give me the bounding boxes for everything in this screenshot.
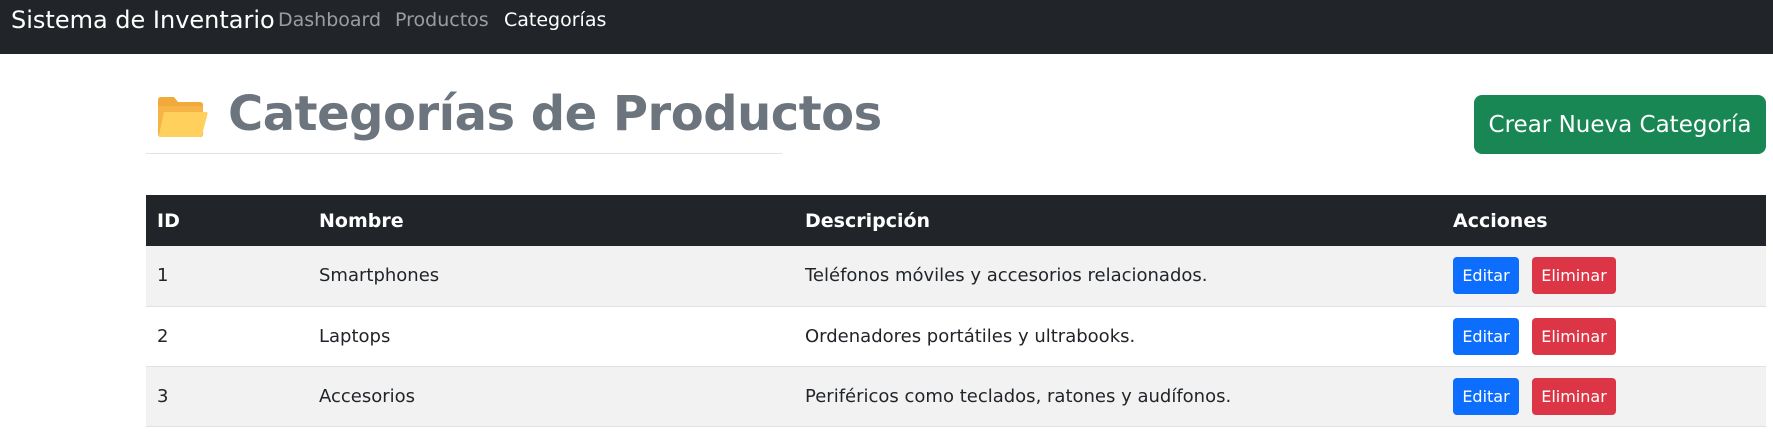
cell-id: 2 [157,325,169,347]
delete-button[interactable]: Eliminar [1532,377,1616,415]
categories-table: ID Nombre Descripción Acciones 1 Smartph… [146,195,1766,427]
edit-button[interactable]: Editar [1453,377,1519,415]
edit-button[interactable]: Editar [1453,317,1519,355]
cell-actions: Editar Eliminar [1442,366,1766,426]
nav-link-dashboard[interactable]: Dashboard [278,9,381,31]
page-header: Categorías de Productos [146,86,882,154]
table-row: 3 Accesorios Periféricos como teclados, … [146,366,1766,426]
cell-name: Laptops [319,325,391,347]
column-header-acciones: Acciones [1453,209,1548,232]
navbar-brand[interactable]: Sistema de Inventario [11,6,275,34]
table-row: 2 Laptops Ordenadores portátiles y ultra… [146,306,1766,366]
nav-link-categorias[interactable]: Categorías [504,9,606,31]
column-header-descripcion: Descripción [805,209,931,232]
table-header-row: ID Nombre Descripción Acciones [146,195,1766,246]
delete-button[interactable]: Eliminar [1532,317,1616,355]
table-row: 1 Smartphones Teléfonos móviles y acceso… [146,246,1766,306]
cell-name: Smartphones [319,265,440,287]
cell-description: Periféricos como teclados, ratones y aud… [805,385,1232,407]
edit-button[interactable]: Editar [1453,257,1519,295]
cell-description: Teléfonos móviles y accesorios relaciona… [805,265,1208,287]
column-header-nombre: Nombre [319,209,404,232]
create-category-button[interactable]: Crear Nueva Categoría [1474,95,1766,154]
cell-id: 3 [157,385,169,407]
table-body: 1 Smartphones Teléfonos móviles y acceso… [146,246,1766,426]
table-header: ID Nombre Descripción Acciones [146,195,1766,246]
cell-description: Ordenadores portátiles y ultrabooks. [805,325,1136,347]
delete-button[interactable]: Eliminar [1532,257,1616,295]
cell-actions: Editar Eliminar [1442,246,1766,306]
cell-id: 1 [157,265,169,287]
column-header-id: ID [157,209,180,232]
nav-link-productos[interactable]: Productos [395,9,489,31]
page-title: Categorías de Productos [228,86,882,142]
cell-actions: Editar Eliminar [1442,306,1766,366]
navbar: Sistema de Inventario Dashboard Producto… [0,0,1773,54]
open-folder-icon [158,97,208,137]
cell-name: Accesorios [319,385,416,407]
